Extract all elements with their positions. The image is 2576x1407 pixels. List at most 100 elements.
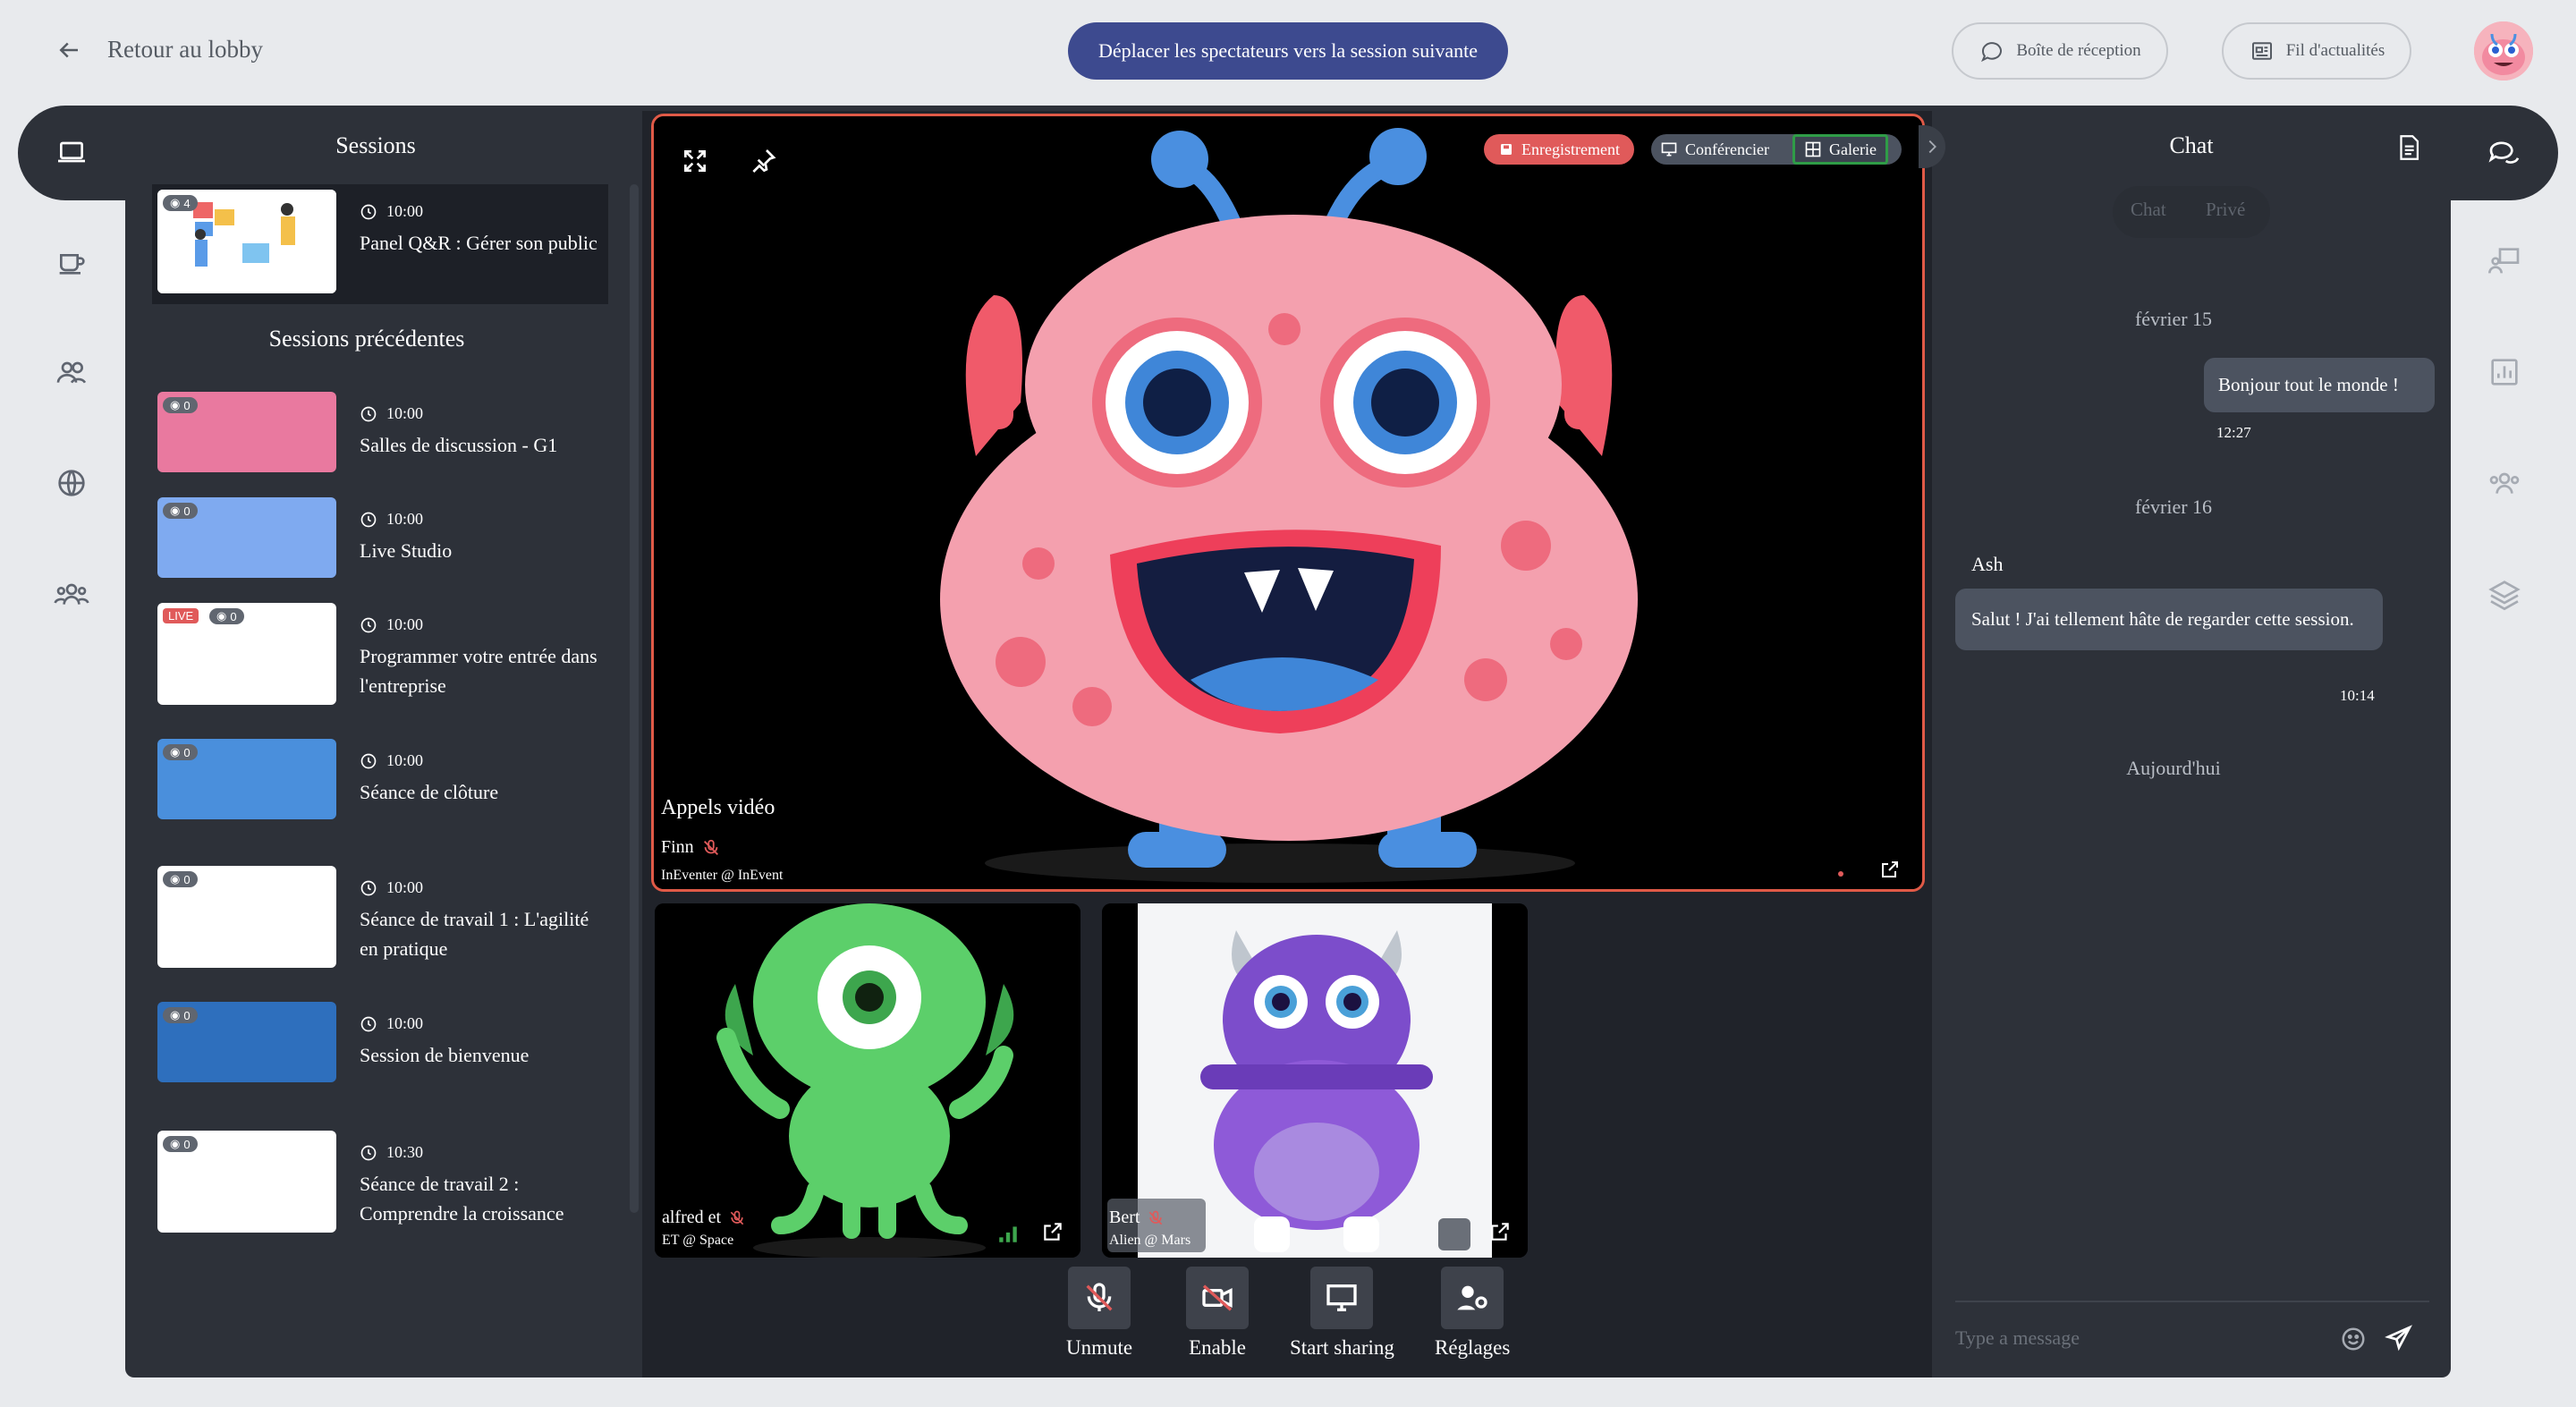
views-count: 0 (183, 1008, 191, 1022)
activity-dot (1838, 871, 1843, 877)
unmute-label: Unmute (1066, 1336, 1133, 1359)
document-icon[interactable] (2394, 132, 2424, 163)
previous-session-card[interactable]: LIVE ◉ 0 10:00 Programmer votre entrée dans… (157, 603, 605, 708)
clock-icon (360, 512, 377, 527)
move-audience-button[interactable]: Déplacer les spectateurs vers la session… (1068, 22, 1508, 80)
attendees-icon[interactable] (2487, 465, 2522, 505)
session-name: Salles de discussion - G1 (360, 434, 558, 456)
back-to-lobby-link[interactable]: Retour au lobby (55, 36, 263, 64)
monster-avatar-icon (2474, 21, 2533, 81)
enable-label: Enable (1189, 1336, 1246, 1359)
session-time: 10:00 (386, 202, 424, 220)
enable-video-button[interactable]: Enable (1186, 1267, 1249, 1360)
user-avatar[interactable] (2474, 21, 2533, 81)
group-icon[interactable] (54, 576, 89, 616)
people-icon[interactable] (54, 354, 89, 394)
current-session-card[interactable]: ◉ 4 10:00 Panel Q&R : Gérer son public (152, 184, 608, 304)
mic-muted-icon (1086, 1283, 1113, 1311)
inbox-button[interactable]: Boîte de réception (1952, 22, 2168, 80)
live-badge: LIVE (163, 608, 199, 623)
session-thumbnail: ◉ 4 (157, 190, 336, 293)
coffee-icon[interactable] (54, 243, 89, 284)
session-thumbnail: ◉ 0 (157, 866, 336, 968)
chat-date: février 15 (2134, 308, 2213, 330)
newspaper-icon (2251, 42, 2272, 60)
session-name: Panel Q&R : Gérer son public (360, 232, 597, 254)
tab-chat[interactable]: Chat (2131, 199, 2166, 221)
popout-icon[interactable] (1879, 859, 1901, 885)
emoji-icon[interactable] (2340, 1326, 2367, 1352)
camera-off-icon (1202, 1284, 1233, 1311)
fullscreen-icon[interactable] (681, 147, 709, 180)
previous-session-card[interactable]: ◉ 0 10:30 Séance de travail 2 : Comprendre… (157, 1131, 605, 1236)
views-count: 0 (183, 504, 191, 518)
previous-session-card[interactable]: ◉ 0 10:00 Séance de clôture (157, 739, 605, 844)
send-icon[interactable] (2385, 1324, 2413, 1352)
session-thumbnail: ◉ 0 (157, 1131, 336, 1233)
previous-session-card[interactable]: ◉ 0 10:00 Session de bienvenue (157, 1002, 605, 1107)
session-name: Séance de travail 2 : Comprendre la croi… (360, 1173, 564, 1225)
sessions-scrollbar[interactable] (630, 184, 639, 1213)
news-label: Fil d'actualités (2285, 41, 2385, 60)
clock-icon (360, 880, 377, 895)
views-badge: ◉ 0 (163, 871, 198, 887)
unmute-button[interactable]: Unmute (1066, 1267, 1132, 1360)
session-time: 10:00 (386, 510, 424, 528)
arrow-left-icon (59, 42, 78, 57)
news-feed-button[interactable]: Fil d'actualités (2222, 22, 2411, 80)
speaker-label: Conférencier (1685, 140, 1769, 158)
sessions-panel: Sessions ◉ 4 10:00 Panel Q&R : Gérer son… (125, 111, 626, 1377)
record-icon (1501, 144, 1512, 155)
session-time: 10:00 (386, 1014, 424, 1032)
laptop-icon[interactable] (54, 134, 89, 174)
views-count: 0 (183, 872, 191, 886)
session-thumbnail: ◉ 0 (157, 392, 336, 472)
session-name: Séance de travail 1 : L'agilité en prati… (360, 908, 589, 960)
session-thumbnail: ◉ 0 (157, 739, 336, 819)
previous-session-card[interactable]: ◉ 0 10:00 Séance de travail 1 : L'agilité … (157, 866, 605, 971)
gallery-view-button[interactable]: Galerie (1792, 134, 1888, 165)
message-time: 12:27 (2216, 424, 2251, 441)
pin-icon[interactable] (749, 147, 777, 180)
chat-date: février 16 (2134, 496, 2213, 518)
views-count: 0 (183, 398, 191, 412)
settings-button[interactable]: Réglages (1435, 1267, 1510, 1360)
presenter-icon[interactable] (2487, 243, 2522, 284)
recording-label: Enregistrement (1521, 140, 1620, 158)
message-bubble-icon (1981, 42, 2003, 63)
green-alien-video (655, 903, 1080, 1258)
speaker-view-button[interactable]: Conférencier (1651, 134, 1778, 165)
popout-icon[interactable] (1488, 1220, 1512, 1243)
tab-private[interactable]: Privé (2206, 199, 2245, 221)
poll-chart-icon[interactable] (2487, 354, 2522, 394)
session-name: Session de bienvenue (360, 1044, 530, 1066)
previous-session-card[interactable]: ◉ 0 10:00 Salles de discussion - G1 (157, 392, 605, 497)
monitor-icon (1661, 142, 1677, 157)
back-label: Retour au lobby (107, 36, 263, 63)
layers-icon[interactable] (2487, 576, 2522, 616)
globe-icon[interactable] (54, 465, 89, 505)
chat-bubbles-icon[interactable] (2487, 134, 2522, 174)
message-author: Ash (1971, 553, 2004, 575)
recording-badge[interactable]: Enregistrement (1484, 134, 1634, 165)
top-bar: Retour au lobby Déplacer les spectateurs… (0, 0, 2576, 106)
views-badge: ◉ 0 (163, 744, 198, 760)
settings-label: Réglages (1435, 1336, 1511, 1359)
views-count: 0 (230, 609, 237, 623)
views-badge: ◉ 0 (163, 1007, 198, 1023)
start-sharing-button[interactable]: Start sharing (1290, 1267, 1394, 1360)
mic-muted-icon (703, 839, 718, 855)
previous-sessions-title: Sessions précédentes (268, 326, 465, 352)
session-time: 10:00 (386, 404, 424, 422)
session-time: 10:00 (386, 615, 424, 633)
session-name: Séance de clôture (360, 781, 499, 803)
participant-tile[interactable]: Bert Alien @ Mars (1102, 903, 1528, 1258)
previous-session-card[interactable]: ◉ 0 10:00 Live Studio (157, 497, 605, 603)
clock-icon (360, 406, 377, 421)
chat-message-input[interactable] (1955, 1320, 2349, 1356)
views-badge: ◉ 0 (163, 397, 198, 413)
views-badge: ◉ 0 (163, 503, 198, 519)
participant-tile[interactable]: alfred et ET @ Space (655, 903, 1080, 1258)
message-time: 10:14 (2340, 687, 2375, 704)
popout-icon[interactable] (1041, 1220, 1064, 1243)
